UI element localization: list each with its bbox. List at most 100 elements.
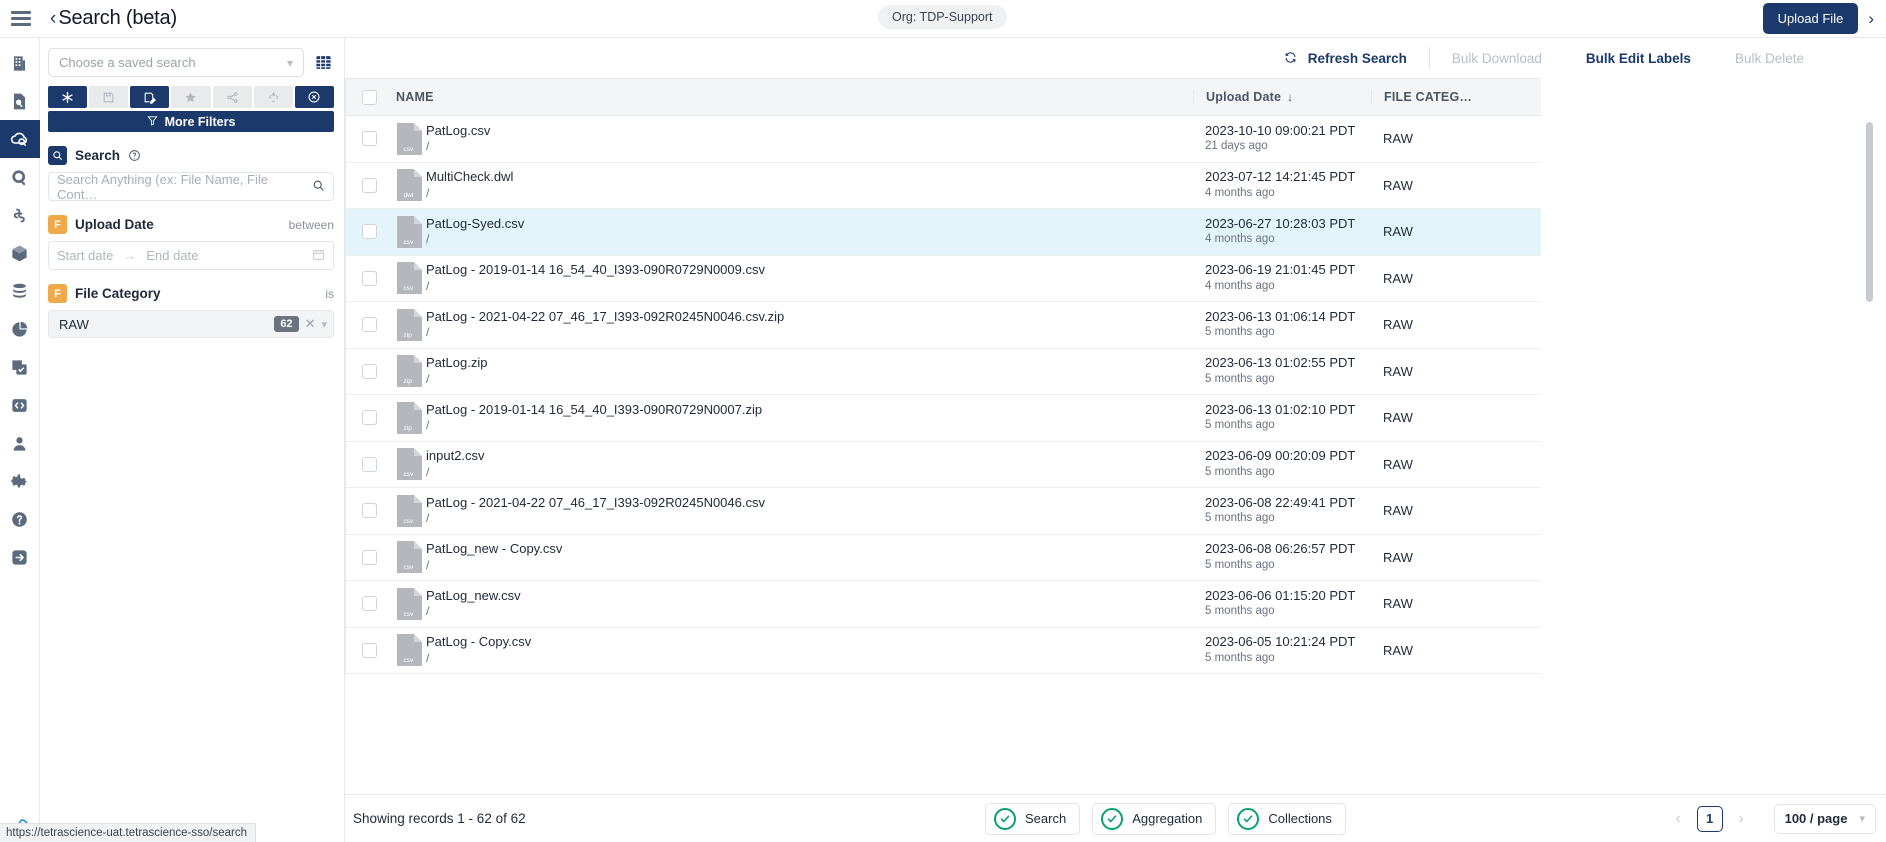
table-scrollbar[interactable]	[1866, 122, 1873, 682]
file-name-cell[interactable]: input2.csv /	[426, 448, 1193, 480]
file-name-cell[interactable]: PatLog - 2019-01-14 16_54_40_I393-090R07…	[426, 402, 1193, 434]
upload-date: 2023-06-19 21:01:45 PDT	[1205, 262, 1356, 278]
calendar-icon[interactable]	[312, 248, 325, 264]
upload-file-button[interactable]: Upload File	[1762, 3, 1859, 34]
rail-item-code[interactable]	[0, 386, 40, 424]
table-row[interactable]: csv PatLog-Syed.csv/2023-06-27 10:28:03 P…	[346, 209, 1541, 256]
row-checkbox[interactable]	[361, 456, 377, 472]
search-filter-header: Search	[48, 146, 334, 165]
file-name-cell[interactable]: PatLog - 2019-01-14 16_54_40_I393-090R07…	[426, 262, 1193, 294]
rail-item-file-search[interactable]	[0, 82, 40, 120]
page-number-1[interactable]: 1	[1696, 805, 1723, 832]
rail-item-gear[interactable]	[0, 462, 40, 500]
column-header-name[interactable]: NAME	[392, 90, 1193, 104]
table-row[interactable]: csv PatLog - 2019-01-14 16_54_40_I393-090…	[346, 256, 1541, 302]
bulk-download-button[interactable]: Bulk Download	[1430, 51, 1564, 66]
row-checkbox[interactable]	[361, 177, 377, 193]
rail-item-building[interactable]	[0, 44, 40, 82]
status-chip[interactable]: Search	[985, 802, 1081, 835]
row-checkbox[interactable]	[361, 596, 377, 612]
file-name-cell[interactable]: PatLog.csv /	[426, 123, 1193, 155]
table-row[interactable]: csv PatLog - Copy.csv/2023-06-05 10:21:24…	[346, 628, 1541, 674]
table-row[interactable]: csv input2.csv/2023-06-09 00:20:09 PDT 5 m…	[346, 442, 1541, 488]
rail-item-help[interactable]	[0, 500, 40, 538]
rail-item-search[interactable]	[0, 158, 40, 196]
row-checkbox[interactable]	[361, 410, 377, 426]
status-chip-label: Search	[1025, 811, 1067, 826]
per-page-select[interactable]: 100 / page ▾	[1773, 803, 1876, 834]
bulk-edit-labels-button[interactable]: Bulk Edit Labels	[1564, 51, 1713, 66]
saved-search-select[interactable]: Choose a saved search ▾	[48, 48, 304, 77]
file-name-cell[interactable]: PatLog - 2021-04-22 07_46_17_I393-092R02…	[426, 309, 1193, 341]
table-row[interactable]: dwl MultiCheck.dwl/2023-07-12 14:21:45 PD…	[346, 163, 1541, 209]
prev-page-button[interactable]: ‹	[1670, 810, 1687, 827]
table-row[interactable]: csv PatLog_new.csv/2023-06-06 01:15:20 PD…	[346, 581, 1541, 628]
scrollbar-thumb[interactable]	[1866, 122, 1873, 302]
share-button[interactable]	[212, 86, 252, 108]
select-all-checkbox[interactable]	[361, 89, 377, 105]
file-name-cell[interactable]: PatLog.zip /	[426, 355, 1193, 387]
rail-item-database[interactable]	[0, 272, 40, 310]
file-name-cell[interactable]: MultiCheck.dwl /	[426, 169, 1193, 201]
table-row[interactable]: zip PatLog - 2021-04-22 07_46_17_I393-092…	[346, 302, 1541, 349]
status-chip[interactable]: Aggregation	[1092, 802, 1217, 835]
file-name: PatLog - 2019-01-14 16_54_40_I393-090R07…	[426, 401, 763, 417]
rail-item-tasks[interactable]	[0, 348, 40, 386]
recycle-button[interactable]	[253, 86, 293, 108]
bulk-delete-button[interactable]: Bulk Delete	[1713, 51, 1826, 66]
rail-item-user[interactable]	[0, 424, 40, 462]
table-row[interactable]: zip PatLog.zip/2023-06-13 01:02:55 PDT 5 m…	[346, 349, 1541, 395]
row-checkbox[interactable]	[361, 503, 377, 519]
end-date-input[interactable]: End date	[146, 248, 198, 263]
chevron-left-icon[interactable]: ‹	[50, 9, 56, 28]
next-page-button[interactable]: ›	[1733, 810, 1750, 827]
table-row[interactable]: zip PatLog - 2019-01-14 16_54_40_I393-090…	[346, 395, 1541, 442]
grid-icon[interactable]	[312, 52, 334, 74]
filter-badge: F	[48, 284, 67, 303]
file-path: /	[426, 232, 430, 247]
edit-search-button[interactable]	[130, 86, 170, 108]
file-category-select[interactable]: RAW 62 ✕ ▾	[48, 310, 334, 338]
row-checkbox[interactable]	[361, 549, 377, 565]
chevron-right-icon[interactable]: ›	[1864, 9, 1878, 29]
table-row[interactable]: csv PatLog_new - Copy.csv/2023-06-08 06:2…	[346, 535, 1541, 581]
row-checkbox[interactable]	[361, 224, 377, 240]
refresh-search-button[interactable]: Refresh Search	[1262, 51, 1429, 66]
row-checkbox[interactable]	[361, 317, 377, 333]
arrow-down-icon: ↓	[1287, 90, 1294, 104]
question-circle-icon[interactable]	[128, 149, 141, 162]
rail-item-pie-chart[interactable]	[0, 310, 40, 348]
rail-item-search-active[interactable]	[0, 120, 40, 158]
hamburger-icon[interactable]	[0, 0, 42, 38]
more-filters-button[interactable]: More Filters	[48, 111, 334, 132]
file-category-cell: RAW	[1383, 596, 1413, 612]
upload-date-range-input[interactable]: Start date → End date	[48, 241, 334, 270]
rail-item-logout[interactable]	[0, 538, 40, 576]
top-bar-right: Upload File ›	[1762, 3, 1886, 34]
file-name-cell[interactable]: PatLog - 2021-04-22 07_46_17_I393-092R02…	[426, 495, 1193, 527]
row-checkbox[interactable]	[361, 270, 377, 286]
clear-search-button[interactable]	[294, 86, 334, 108]
row-checkbox[interactable]	[361, 642, 377, 658]
close-icon[interactable]: ✕	[305, 316, 316, 332]
file-name-cell[interactable]: PatLog-Syed.csv /	[426, 216, 1193, 248]
status-chip[interactable]: Collections	[1228, 802, 1346, 835]
row-checkbox[interactable]	[361, 363, 377, 379]
rail-item-cube[interactable]	[0, 234, 40, 272]
new-search-button[interactable]	[48, 86, 88, 108]
search-input[interactable]: Search Anything (ex: File Name, File Con…	[48, 172, 334, 202]
file-name-cell[interactable]: PatLog_new - Copy.csv /	[426, 541, 1193, 573]
file-name-cell[interactable]: PatLog - Copy.csv /	[426, 634, 1193, 666]
row-checkbox[interactable]	[361, 131, 377, 147]
table-row[interactable]: csv PatLog - 2021-04-22 07_46_17_I393-092…	[346, 488, 1541, 535]
favorite-button[interactable]	[171, 86, 211, 108]
search-submit-icon[interactable]	[312, 179, 325, 195]
column-header-upload-date[interactable]: Upload Date ↓	[1193, 90, 1371, 104]
column-header-file-category[interactable]: FILE CATEG…	[1371, 90, 1541, 104]
file-name-cell[interactable]: PatLog_new.csv /	[426, 588, 1193, 620]
rail-item-pipeline[interactable]	[0, 196, 40, 234]
table-row[interactable]: csv PatLog.csv/2023-10-10 09:00:21 PDT 21 …	[346, 116, 1541, 163]
save-search-button[interactable]	[89, 86, 129, 108]
start-date-input[interactable]: Start date	[57, 248, 113, 263]
chevron-down-icon[interactable]: ▾	[321, 318, 327, 331]
